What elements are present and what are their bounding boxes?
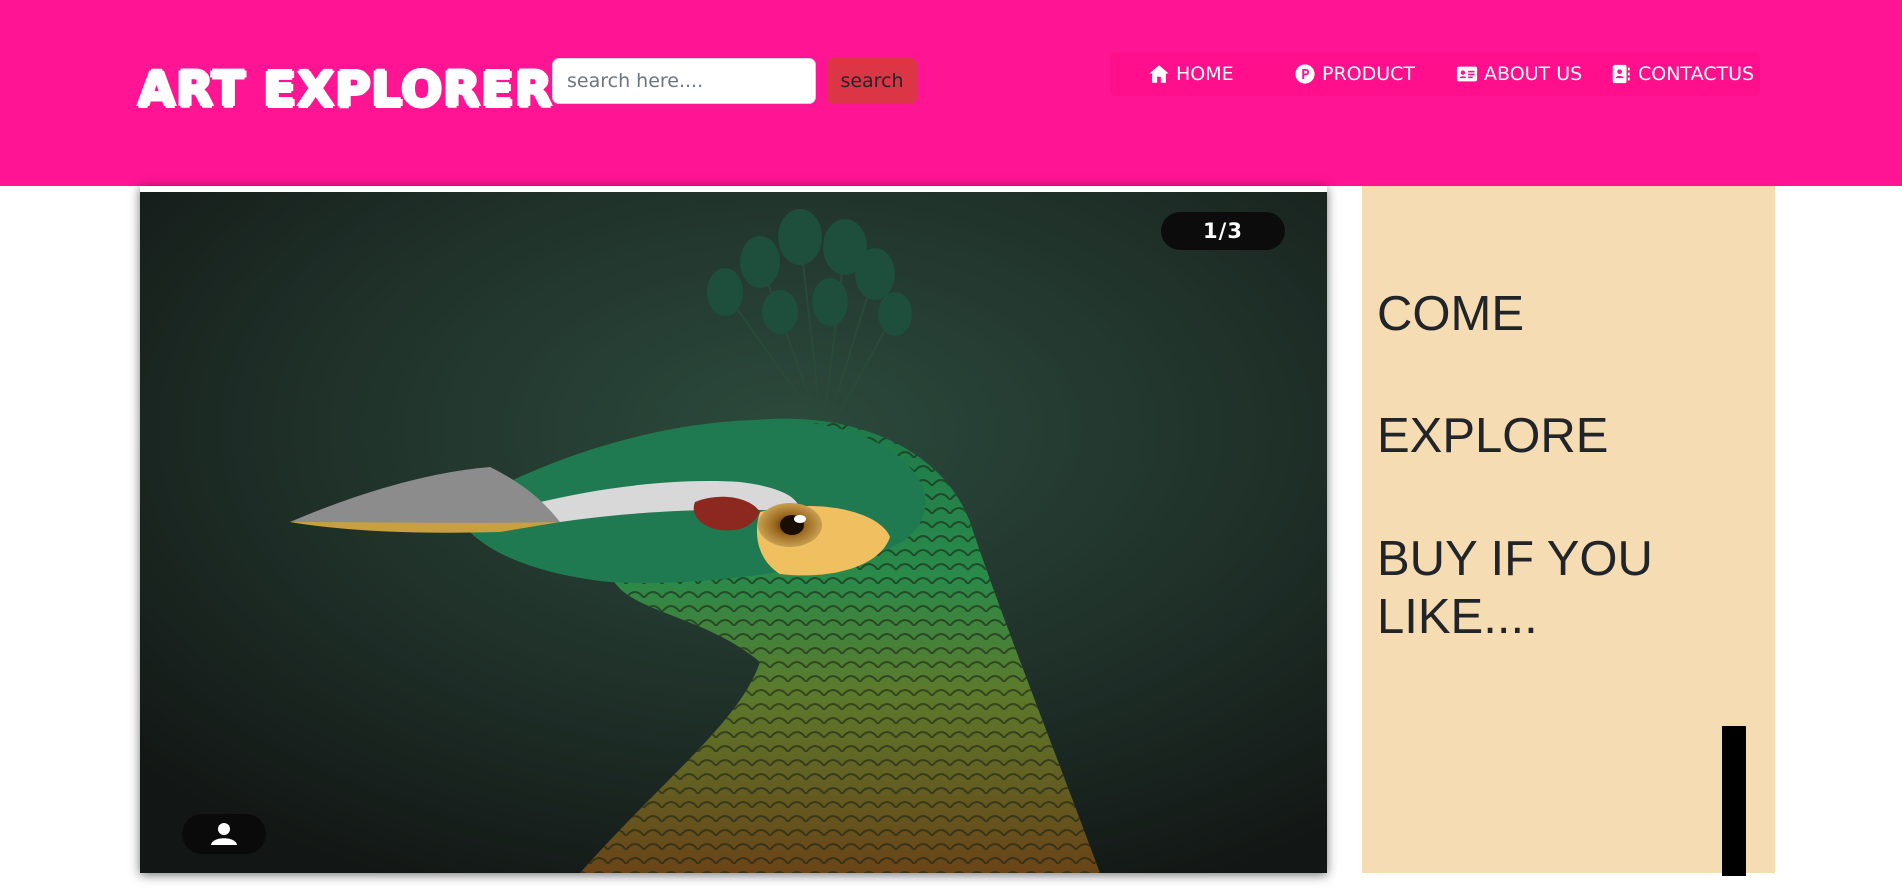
peacock-painting-image xyxy=(140,192,1327,873)
site-logo[interactable]: ART EXPLORER xyxy=(138,60,553,120)
nav-home-label: HOME xyxy=(1176,63,1234,85)
address-card-icon xyxy=(1456,66,1478,82)
tagline-panel: COME EXPLORE BUY IF YOU LIKE.... xyxy=(1362,186,1775,876)
tagline-come: COME xyxy=(1377,287,1524,341)
tagline-like: LIKE.... xyxy=(1377,590,1538,644)
nav-product-label: PRODUCT xyxy=(1322,63,1416,85)
user-avatar-button[interactable] xyxy=(182,814,266,854)
main-nav: HOME PRODUCT ABOUT US CONTACTUS xyxy=(1110,52,1760,96)
contact-book-icon xyxy=(1612,64,1630,84)
search-button[interactable]: search xyxy=(827,58,917,104)
nav-product[interactable]: PRODUCT xyxy=(1294,52,1415,96)
nav-home[interactable]: HOME xyxy=(1148,52,1234,96)
search-input[interactable] xyxy=(552,58,816,104)
nav-contact-us[interactable]: CONTACTUS xyxy=(1610,52,1754,96)
home-icon xyxy=(1149,65,1169,83)
header: ART EXPLORER search HOME PRODUCT xyxy=(0,0,1902,186)
nav-about-us[interactable]: ABOUT US xyxy=(1456,52,1582,96)
nav-contact-us-label: CONTACTUS xyxy=(1638,63,1755,85)
nav-about-us-label: ABOUT US xyxy=(1484,63,1583,85)
decorative-bar xyxy=(1722,726,1746,876)
tagline-explore: EXPLORE xyxy=(1377,409,1609,463)
tagline-buy-if-you: BUY IF YOU xyxy=(1377,532,1653,586)
user-icon xyxy=(211,823,237,845)
slide-counter: 1/3 xyxy=(1161,212,1285,250)
image-carousel[interactable]: 1/3 xyxy=(140,186,1327,873)
product-p-icon xyxy=(1295,64,1315,84)
